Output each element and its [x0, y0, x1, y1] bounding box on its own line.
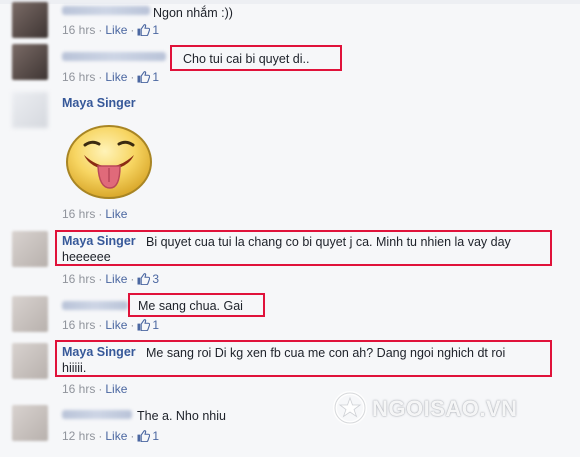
like-count[interactable]: 1: [152, 23, 159, 37]
comment-meta: 16 hrs · Like: [62, 207, 128, 221]
like-button[interactable]: Like: [105, 23, 127, 37]
like-count[interactable]: 1: [152, 429, 159, 443]
like-button[interactable]: Like: [105, 429, 127, 443]
comment-text: Cho tui cai bi quyet di..: [183, 52, 310, 66]
timestamp[interactable]: 16 hrs: [62, 23, 95, 37]
comment-text-line-1: Bi quyet cua tui la chang co bi quyet j …: [146, 235, 511, 249]
blurred-author-name: [62, 52, 166, 61]
blurred-author-name: [62, 410, 132, 419]
comment-text-line-2: hiiiii.: [62, 361, 87, 375]
timestamp[interactable]: 16 hrs: [62, 207, 95, 221]
comment-text-line-2: heeeeee: [62, 250, 111, 264]
like-button[interactable]: Like: [105, 207, 127, 221]
like-count[interactable]: 3: [152, 272, 159, 286]
comment-text-line-1: Me sang roi Di kg xen fb cua me con ah? …: [146, 346, 506, 360]
like-count[interactable]: 1: [152, 70, 159, 84]
thumbs-up-icon[interactable]: [137, 71, 150, 83]
avatar[interactable]: [12, 343, 48, 379]
blurred-author-name: [62, 6, 150, 15]
timestamp[interactable]: 16 hrs: [62, 382, 95, 396]
avatar[interactable]: [12, 231, 48, 267]
timestamp[interactable]: 16 hrs: [62, 70, 95, 84]
tongue-out-emoji-sticker: [66, 125, 152, 199]
top-strip: [0, 0, 580, 4]
comment-text: Ngon nhắm :)): [153, 6, 233, 20]
comment-meta: 16 hrs · Like · 1: [62, 318, 160, 332]
comment-meta: 16 hrs · Like · 1: [62, 70, 160, 84]
author-name[interactable]: Maya Singer: [62, 234, 136, 248]
avatar[interactable]: [12, 296, 48, 332]
watermark-text: NGOISAO.VN: [372, 396, 518, 421]
watermark-logo-icon: [333, 391, 367, 425]
thumbs-up-icon[interactable]: [137, 273, 150, 285]
comment-text: The a. Nho nhiu: [137, 409, 226, 423]
comment-meta: 12 hrs · Like · 1: [62, 429, 160, 443]
author-name[interactable]: Maya Singer: [62, 96, 136, 110]
like-count[interactable]: 1: [152, 318, 159, 332]
like-button[interactable]: Like: [105, 272, 127, 286]
comment-meta: 16 hrs · Like: [62, 382, 128, 396]
timestamp[interactable]: 12 hrs: [62, 429, 95, 443]
avatar[interactable]: [12, 2, 48, 38]
like-button[interactable]: Like: [105, 70, 127, 84]
avatar[interactable]: [12, 405, 48, 441]
comment-meta: 16 hrs · Like · 1: [62, 23, 160, 37]
like-button[interactable]: Like: [105, 318, 127, 332]
blurred-author-name: [62, 301, 128, 310]
avatar[interactable]: [12, 92, 48, 128]
author-name[interactable]: Maya Singer: [62, 345, 136, 359]
thumbs-up-icon[interactable]: [137, 319, 150, 331]
comment-text: Me sang chua. Gai: [138, 299, 243, 313]
comment-meta: 16 hrs · Like · 3: [62, 272, 160, 286]
like-button[interactable]: Like: [105, 382, 127, 396]
thumbs-up-icon[interactable]: [137, 430, 150, 442]
timestamp[interactable]: 16 hrs: [62, 272, 95, 286]
thumbs-up-icon[interactable]: [137, 24, 150, 36]
timestamp[interactable]: 16 hrs: [62, 318, 95, 332]
avatar[interactable]: [12, 44, 48, 80]
